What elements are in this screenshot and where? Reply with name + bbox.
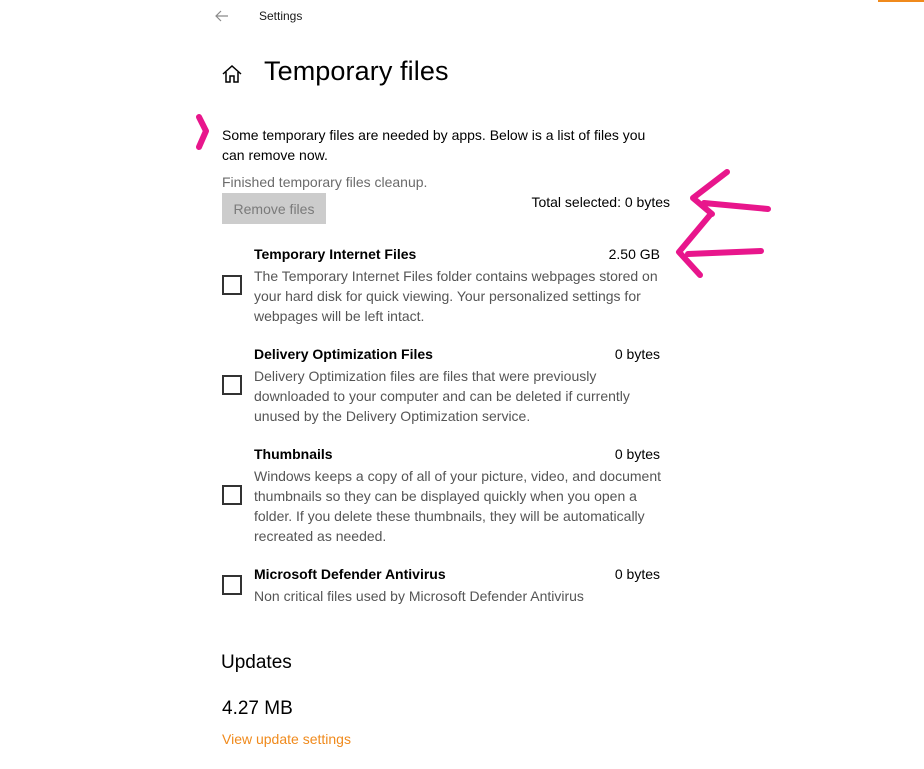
back-button[interactable] [210,4,234,28]
file-name: Temporary Internet Files [254,246,417,262]
file-description: Non critical files used by Microsoft Def… [254,588,584,604]
cleanup-status: Finished temporary files cleanup. [222,174,428,190]
file-size: 0 bytes [614,346,660,362]
checkbox-defender-antivirus[interactable] [222,575,242,595]
file-size: 2.50 GB [608,246,660,262]
file-item: Temporary Internet Files 2.50 GB The Tem… [222,246,662,326]
window-title: Settings [259,9,303,23]
file-item: Microsoft Defender Antivirus 0 bytes Non… [222,566,662,606]
total-selected: Total selected: 0 bytes [531,194,670,210]
page-title: Temporary files [264,56,449,86]
file-name: Microsoft Defender Antivirus [254,566,446,582]
file-description: The Temporary Internet Files folder cont… [254,268,658,324]
intro-text: Some temporary files are needed by apps.… [222,127,646,163]
file-item: Thumbnails 0 bytes Windows keeps a copy … [222,446,662,546]
checkbox-temporary-internet-files[interactable] [222,275,242,295]
file-description: Delivery Optimization files are files th… [254,368,630,424]
file-description: Windows keeps a copy of all of your pict… [254,468,661,544]
annotation-arrow-lower [676,212,764,278]
home-icon[interactable] [220,62,244,86]
file-item: Delivery Optimization Files 0 bytes Deli… [222,346,662,426]
file-size: 0 bytes [614,446,660,462]
file-name: Thumbnails [254,446,333,462]
file-name: Delivery Optimization Files [254,346,433,362]
remove-files-button[interactable]: Remove files [222,193,326,224]
checkbox-delivery-optimization[interactable] [222,375,242,395]
annotation-arrow-upper [690,169,771,217]
annotation-mark-left [196,114,209,150]
back-arrow-icon [215,10,228,22]
accent-bar [878,0,924,2]
updates-size: 4.27 MB [222,698,293,719]
file-size: 0 bytes [614,566,660,582]
updates-heading: Updates [221,652,292,673]
view-update-settings-link[interactable]: View update settings [222,731,351,747]
checkbox-thumbnails[interactable] [222,485,242,505]
